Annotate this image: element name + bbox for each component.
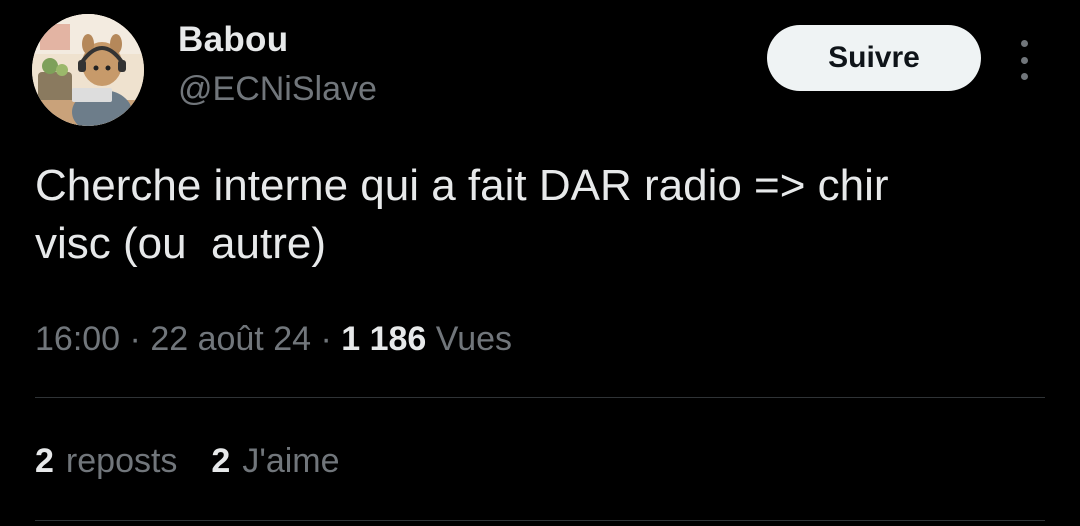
likes-label: J'aime xyxy=(242,442,340,480)
engagement-stats: 2 reposts 2 J'aime xyxy=(35,442,340,481)
author-name[interactable]: Babou xyxy=(178,20,288,60)
dot xyxy=(1020,56,1028,64)
dot xyxy=(1020,40,1028,47)
views-count: 1 186 xyxy=(341,320,427,358)
likes-count: 2 xyxy=(211,442,231,480)
tweet-card: Babou @ECNiSlave Suivre Cherche interne … xyxy=(0,0,1080,526)
tweet-time[interactable]: 16:00 xyxy=(35,320,120,358)
tweet-date[interactable]: 22 août 24 xyxy=(150,320,311,358)
avatar-illustration-icon xyxy=(32,14,144,126)
follow-button[interactable]: Suivre xyxy=(767,25,981,91)
reposts-label: reposts xyxy=(65,442,178,480)
tweet-metadata: 16:00 · 22 août 24 · 1 186 Vues xyxy=(35,320,512,359)
author-handle[interactable]: @ECNiSlave xyxy=(178,70,377,109)
views-label: Vues xyxy=(435,320,513,358)
separator: · xyxy=(311,320,342,358)
separator: · xyxy=(120,320,151,358)
tweet-text: Cherche interne qui a fait DAR radio => … xyxy=(35,161,889,268)
dot xyxy=(1020,73,1028,80)
divider xyxy=(35,520,1045,521)
avatar[interactable] xyxy=(32,14,144,126)
likes-stat[interactable]: 2 J'aime xyxy=(211,442,339,481)
more-vertical-icon[interactable] xyxy=(1012,40,1036,80)
divider xyxy=(35,397,1045,398)
reposts-count: 2 xyxy=(35,442,54,480)
reposts-stat[interactable]: 2 reposts xyxy=(35,442,177,481)
